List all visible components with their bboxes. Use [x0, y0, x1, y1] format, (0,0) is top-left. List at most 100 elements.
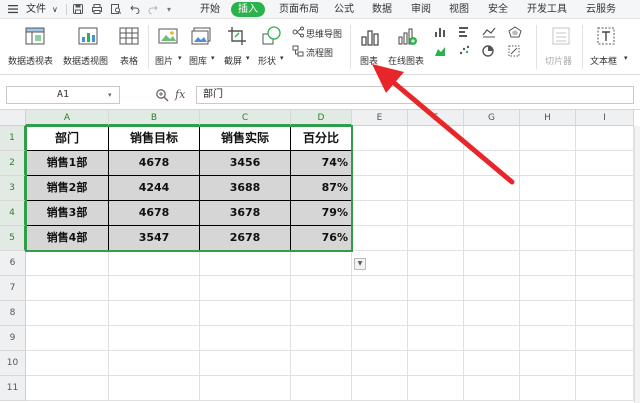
- empty-cell[interactable]: [352, 126, 408, 151]
- empty-cell[interactable]: [408, 126, 464, 151]
- empty-cell[interactable]: [408, 351, 464, 376]
- row-header-1[interactable]: 1: [0, 126, 26, 151]
- flowchart-icon[interactable]: [292, 45, 304, 57]
- empty-cell[interactable]: [200, 326, 291, 351]
- textbox-icon[interactable]: [595, 25, 617, 47]
- row-header-11[interactable]: 11: [0, 376, 26, 401]
- print-icon[interactable]: [92, 4, 102, 14]
- empty-cell[interactable]: [109, 251, 200, 276]
- flowchart-label[interactable]: 流程图: [306, 46, 333, 59]
- empty-cell[interactable]: [576, 301, 634, 326]
- empty-cell[interactable]: [200, 351, 291, 376]
- empty-cell[interactable]: [464, 126, 520, 151]
- name-box-dropdown-icon[interactable]: ▾: [108, 91, 112, 99]
- pivot-chart-label[interactable]: 数据透视图: [63, 54, 108, 67]
- empty-cell[interactable]: [352, 326, 408, 351]
- empty-cell[interactable]: [352, 376, 408, 401]
- table-cell[interactable]: 3688: [200, 176, 291, 201]
- menu-home[interactable]: 开始: [200, 3, 220, 16]
- empty-cell[interactable]: [26, 251, 109, 276]
- save-icon[interactable]: [73, 4, 83, 14]
- table-cell[interactable]: 2678: [200, 226, 291, 251]
- menu-view[interactable]: 视图: [449, 3, 469, 16]
- formula-input[interactable]: 部门: [196, 86, 634, 104]
- row-header-8[interactable]: 8: [0, 301, 26, 326]
- pivot-table-label[interactable]: 数据透视表: [8, 54, 53, 67]
- column-header-d[interactable]: D: [291, 110, 352, 126]
- redo-icon[interactable]: [148, 4, 158, 14]
- empty-cell[interactable]: [291, 351, 352, 376]
- table-cell[interactable]: 4244: [109, 176, 200, 201]
- empty-cell[interactable]: [26, 301, 109, 326]
- picture-label[interactable]: 图片: [155, 54, 173, 67]
- combo-chart-icon[interactable]: [508, 45, 520, 57]
- empty-cell[interactable]: [408, 301, 464, 326]
- empty-cell[interactable]: [520, 276, 576, 301]
- empty-cell[interactable]: [464, 326, 520, 351]
- scatter-chart-icon[interactable]: [458, 45, 470, 57]
- row-header-6[interactable]: 6: [0, 251, 26, 276]
- empty-cell[interactable]: [109, 276, 200, 301]
- table-cell[interactable]: 79%: [291, 201, 352, 226]
- menu-cloud-service[interactable]: 云服务: [586, 3, 616, 16]
- empty-cell[interactable]: [200, 276, 291, 301]
- empty-cell[interactable]: [576, 251, 634, 276]
- empty-cell[interactable]: [352, 226, 408, 251]
- empty-cell[interactable]: [464, 226, 520, 251]
- online-chart-icon[interactable]: [396, 25, 418, 47]
- table-icon[interactable]: [118, 25, 140, 47]
- column-header-b[interactable]: B: [109, 110, 200, 126]
- row-header-9[interactable]: 9: [0, 326, 26, 351]
- mindmap-icon[interactable]: [292, 26, 304, 38]
- line-chart-icon[interactable]: [482, 26, 496, 38]
- shapes-dropdown-icon[interactable]: ▾: [280, 54, 284, 62]
- quick-analysis-button[interactable]: ▼: [354, 258, 366, 270]
- empty-cell[interactable]: [408, 176, 464, 201]
- table-cell[interactable]: 74%: [291, 151, 352, 176]
- empty-cell[interactable]: [520, 201, 576, 226]
- undo-icon[interactable]: [130, 4, 140, 14]
- textbox-dropdown-icon[interactable]: ▾: [624, 54, 628, 62]
- row-header-7[interactable]: 7: [0, 276, 26, 301]
- empty-cell[interactable]: [291, 276, 352, 301]
- row-header-10[interactable]: 10: [0, 351, 26, 376]
- empty-cell[interactable]: [352, 276, 408, 301]
- row-header-3[interactable]: 3: [0, 176, 26, 201]
- empty-cell[interactable]: [576, 351, 634, 376]
- screenshot-dropdown-icon[interactable]: ▾: [246, 54, 250, 62]
- menu-developer[interactable]: 开发工具: [527, 3, 567, 16]
- hamburger-menu-icon[interactable]: [8, 4, 18, 14]
- empty-cell[interactable]: [408, 326, 464, 351]
- table-header-cell[interactable]: 销售实际: [200, 126, 291, 151]
- radar-chart-icon[interactable]: [508, 26, 522, 38]
- table-label[interactable]: 表格: [120, 54, 138, 67]
- empty-cell[interactable]: [520, 126, 576, 151]
- bar-chart-icon[interactable]: [458, 26, 470, 38]
- empty-cell[interactable]: [408, 201, 464, 226]
- empty-cell[interactable]: [576, 276, 634, 301]
- empty-cell[interactable]: [576, 201, 634, 226]
- empty-cell[interactable]: [520, 251, 576, 276]
- menu-file[interactable]: 文件: [26, 3, 46, 16]
- chevron-down-icon[interactable]: ∨: [52, 3, 58, 16]
- empty-cell[interactable]: [408, 251, 464, 276]
- table-cell[interactable]: 销售1部: [26, 151, 109, 176]
- empty-cell[interactable]: [408, 226, 464, 251]
- empty-cell[interactable]: [26, 276, 109, 301]
- empty-cell[interactable]: [464, 176, 520, 201]
- empty-cell[interactable]: [26, 326, 109, 351]
- column-header-a[interactable]: A: [26, 110, 109, 126]
- empty-cell[interactable]: [520, 176, 576, 201]
- menu-formulas[interactable]: 公式: [334, 3, 354, 16]
- name-box[interactable]: A1: [6, 86, 120, 104]
- empty-cell[interactable]: [109, 326, 200, 351]
- column-header-i[interactable]: I: [576, 110, 634, 126]
- screenshot-label[interactable]: 截屏: [224, 54, 242, 67]
- empty-cell[interactable]: [576, 176, 634, 201]
- column-header-f[interactable]: F: [408, 110, 464, 126]
- picture-dropdown-icon[interactable]: ▾: [178, 54, 182, 62]
- empty-cell[interactable]: [576, 326, 634, 351]
- empty-cell[interactable]: [464, 351, 520, 376]
- area-chart-icon[interactable]: [434, 45, 446, 57]
- empty-cell[interactable]: [520, 351, 576, 376]
